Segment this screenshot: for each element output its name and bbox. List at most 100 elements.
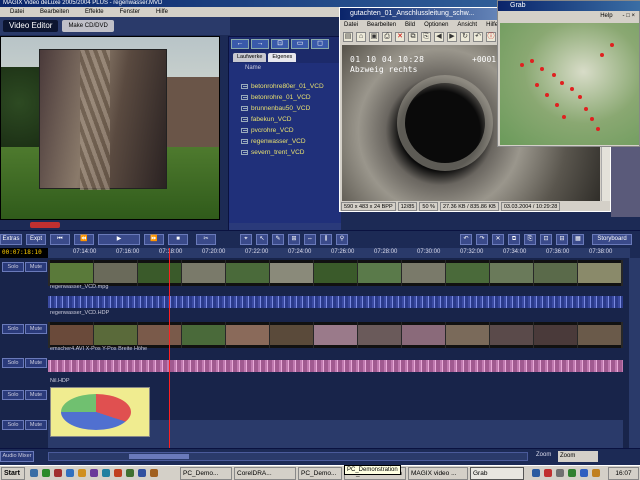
list-item[interactable]: pvcrohre_VCD (241, 125, 294, 135)
menu-bearbeiten[interactable]: Bearbeiten (40, 7, 69, 17)
solo-button[interactable]: Solo (2, 262, 24, 272)
grab-title[interactable]: Grab (498, 1, 640, 11)
picture-in-picture[interactable] (39, 49, 167, 190)
options-button[interactable]: ◻ (311, 39, 329, 49)
timeline-vertical-scrollbar[interactable] (629, 258, 640, 448)
ungroup-icon[interactable]: ⊟ (556, 234, 568, 245)
view-button[interactable]: ▭ (291, 39, 309, 49)
grab-menu-help[interactable]: Help (600, 11, 612, 21)
tray-icon[interactable] (568, 469, 576, 477)
tray-icon[interactable] (592, 469, 600, 477)
tray-icon[interactable] (580, 469, 588, 477)
next-image-icon[interactable]: ▶ (447, 32, 457, 42)
tray-icon[interactable] (556, 469, 564, 477)
taskbar-item-pc-demo-1[interactable]: PC_Demo... (180, 467, 232, 480)
fast-back-icon[interactable]: ⏪ (74, 234, 94, 245)
scrubber-handle[interactable] (30, 222, 60, 228)
browser-scrollbar[interactable] (229, 223, 341, 230)
solo-button[interactable]: Solo (2, 324, 24, 334)
timeline-horizontal-scrollbar[interactable] (48, 452, 528, 461)
stop-icon[interactable]: ■ (168, 234, 188, 245)
mute-button[interactable]: Mute (25, 390, 47, 400)
menu-hilfe[interactable]: Hilfe (156, 7, 168, 17)
undo-icon[interactable]: ↶ (473, 32, 483, 42)
start-button[interactable]: Start (1, 467, 25, 480)
list-item[interactable]: severn_trent_VCD (241, 147, 304, 157)
zoom-tool-icon[interactable]: ⚲ (336, 234, 348, 245)
tab-video-editor[interactable]: Video Editor (3, 20, 59, 32)
aerial-map-image[interactable] (500, 23, 639, 145)
undo-icon[interactable]: ↶ (460, 234, 472, 245)
list-item[interactable]: brunnenbau50_VCD (241, 103, 310, 113)
tab-make-cd-dvd[interactable]: Make CD/DVD (62, 20, 114, 32)
tray-icon[interactable] (544, 469, 552, 477)
menu-effekte[interactable]: Effekte (85, 7, 104, 17)
print-icon[interactable]: ⎙ (382, 32, 392, 42)
mute-button[interactable]: Mute (25, 358, 47, 368)
redo-icon[interactable]: ↷ (476, 234, 488, 245)
menu-fenster[interactable]: Fenster (120, 7, 140, 17)
list-item[interactable]: regenwasser_VCD (241, 136, 306, 146)
zoom-select[interactable]: Zoom (558, 451, 598, 462)
viewer-menu-datei[interactable]: Datei (344, 20, 358, 30)
quicklaunch-icon[interactable] (42, 469, 50, 477)
quicklaunch-icon[interactable] (78, 469, 86, 477)
delete-icon[interactable]: ✕ (395, 32, 405, 42)
viewer-menu-bild[interactable]: Bild (405, 20, 415, 30)
column-header-name[interactable]: Name (245, 65, 261, 71)
cut-icon[interactable]: ✂ (196, 234, 216, 245)
solo-button[interactable]: Solo (2, 420, 24, 430)
chart-clip[interactable] (50, 387, 150, 437)
taskbar-item-magix[interactable]: MAGIX video ... (408, 467, 468, 480)
audio-track-1[interactable] (48, 296, 623, 308)
mute-button[interactable]: Mute (25, 324, 47, 334)
system-clock[interactable]: 16:07 (608, 467, 639, 480)
extras-button[interactable]: Extras (0, 234, 22, 245)
rewind-icon[interactable]: ⏮ (50, 234, 70, 245)
audio-track-2[interactable] (48, 360, 623, 372)
storyboard-button[interactable]: Storyboard (592, 234, 632, 245)
mute-button[interactable]: Mute (25, 420, 47, 430)
paste-icon[interactable]: ⎘ (421, 32, 431, 42)
stretch-tool-icon[interactable]: ⇔ (304, 234, 316, 245)
info-icon[interactable]: ⓘ (486, 32, 496, 42)
forward-button[interactable]: → (251, 39, 269, 49)
quicklaunch-icon[interactable] (66, 469, 74, 477)
copy-icon[interactable]: ⧉ (408, 32, 418, 42)
delete-icon[interactable]: ✕ (492, 234, 504, 245)
paste-icon[interactable]: ⎘ (524, 234, 536, 245)
taskbar-item-coreldraw[interactable]: CorelDRA... (234, 467, 296, 480)
video-track-2[interactable] (48, 322, 623, 348)
fast-forward-icon[interactable]: ⏩ (144, 234, 164, 245)
viewer-menu-ansicht[interactable]: Ansicht (457, 20, 477, 30)
quicklaunch-icon[interactable] (150, 469, 158, 477)
video-monitor[interactable] (0, 36, 220, 220)
solo-button[interactable]: Solo (2, 390, 24, 400)
video-track-1[interactable] (48, 260, 623, 286)
export-button[interactable]: Expt (26, 234, 46, 245)
taskbar-item-grab[interactable]: Grab (470, 467, 524, 480)
quicklaunch-icon[interactable] (90, 469, 98, 477)
open-folder-icon[interactable]: ⌂ (356, 32, 366, 42)
back-button[interactable]: ← (231, 39, 249, 49)
mute-button[interactable]: Mute (25, 262, 47, 272)
browse-icon[interactable]: ▤ (343, 32, 353, 42)
tab-eigenes[interactable]: Eigenes (268, 53, 297, 62)
quicklaunch-icon[interactable] (114, 469, 122, 477)
desktop-icon[interactable] (30, 469, 38, 477)
viewer-menu-bearbeiten[interactable]: Bearbeiten (367, 20, 396, 30)
up-folder-button[interactable]: ⊡ (271, 39, 289, 49)
grab-window-controls[interactable]: - □ × (623, 11, 635, 21)
grid-tool-icon[interactable]: ⊞ (288, 234, 300, 245)
storyboard-grid-icon[interactable]: ▦ (572, 234, 584, 245)
audio-mixer-button[interactable]: Audio Mixer (0, 451, 34, 462)
play-icon[interactable]: ▶ (98, 234, 140, 245)
video-scrubber[interactable] (0, 220, 220, 230)
menu-datei[interactable]: Datei (10, 7, 24, 17)
list-item[interactable]: fabekun_VCD (241, 114, 291, 124)
draw-tool-icon[interactable]: ✎ (272, 234, 284, 245)
playhead[interactable] (169, 248, 170, 448)
split-tool-icon[interactable]: ⫼ (320, 234, 332, 245)
save-icon[interactable]: ▣ (369, 32, 379, 42)
quicklaunch-icon[interactable] (138, 469, 146, 477)
